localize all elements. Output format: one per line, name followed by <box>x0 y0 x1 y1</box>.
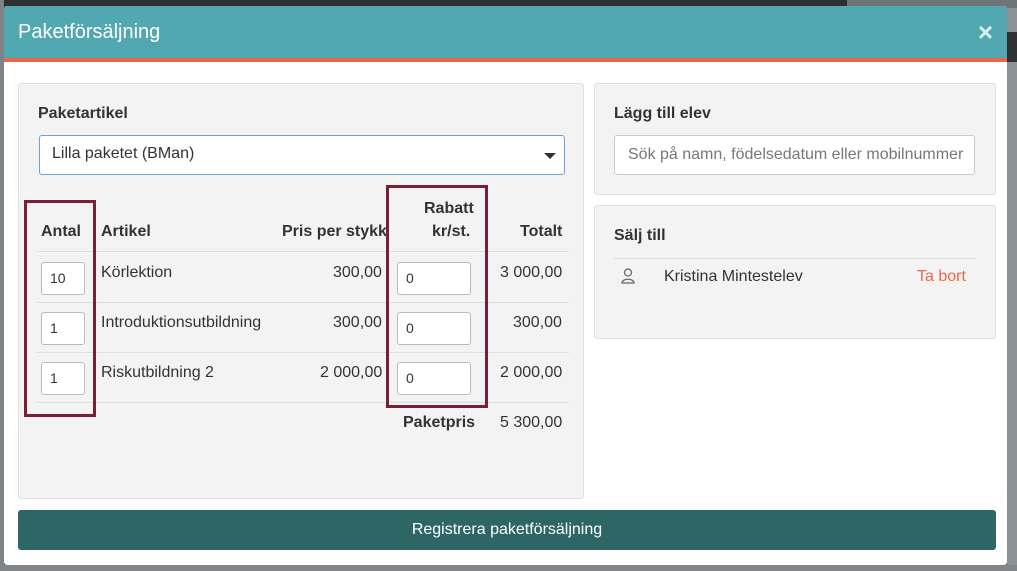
buyer-name: Kristina Mintestelev <box>664 268 803 285</box>
modal-title: Paketförsäljning <box>18 20 161 43</box>
article-name: Körlektion <box>101 264 173 281</box>
package-article-label: Paketartikel <box>38 105 128 122</box>
package-panel: Paketartikel Lilla paketet (BMan) Antal … <box>18 83 584 499</box>
article-price: 300,00 <box>333 314 382 331</box>
add-student-label: Lägg till elev <box>614 105 711 122</box>
column-header-price: Pris per stykk <box>282 223 387 240</box>
row-total: 2 000,00 <box>500 364 563 381</box>
background-app-right <box>1007 8 1017 571</box>
sell-to-label: Sälj till <box>614 227 666 244</box>
column-header-total: Totalt <box>520 223 563 240</box>
row-total: 300,00 <box>513 314 562 331</box>
sell-to-panel: Sälj till Kristina Mintestelev Ta bort <box>594 205 996 339</box>
remove-buyer-link[interactable]: Ta bort <box>917 268 966 286</box>
modal-header: Paketförsäljning × <box>4 6 1007 62</box>
package-select[interactable]: Lilla paketet (BMan) <box>39 135 565 175</box>
row-total: 3 000,00 <box>500 264 563 281</box>
table-divider <box>37 402 569 403</box>
article-price: 2 000,00 <box>320 364 383 381</box>
discount-column-highlight <box>386 185 488 408</box>
register-package-sale-button[interactable]: Registrera paketförsäljning <box>18 510 996 550</box>
package-price-value: 5 300,00 <box>500 414 563 431</box>
package-select-value: Lilla paketet (BMan) <box>52 145 195 162</box>
chevron-down-icon <box>544 153 556 159</box>
table-divider <box>37 352 569 353</box>
student-search-input[interactable]: Sök på namn, födelsedatum eller mobilnum… <box>614 135 975 175</box>
package-price-label: Paketpris <box>403 414 476 431</box>
package-sale-modal: Paketförsäljning × Paketartikel Lilla pa… <box>4 6 1007 565</box>
article-price: 300,00 <box>333 264 382 281</box>
close-icon[interactable]: × <box>978 19 993 45</box>
background-app-right-bar <box>1007 32 1017 62</box>
article-name: Introduktionsutbildning <box>101 314 262 331</box>
table-divider <box>37 302 569 303</box>
table-divider <box>37 251 569 252</box>
add-student-panel: Lägg till elev Sök på namn, födelsedatum… <box>594 83 996 195</box>
user-icon <box>621 268 635 284</box>
sell-to-divider <box>614 258 976 259</box>
article-name: Riskutbildning 2 <box>101 364 214 381</box>
background-app-bottom <box>0 565 1017 571</box>
qty-column-highlight <box>24 200 96 417</box>
column-header-article: Artikel <box>101 223 151 240</box>
